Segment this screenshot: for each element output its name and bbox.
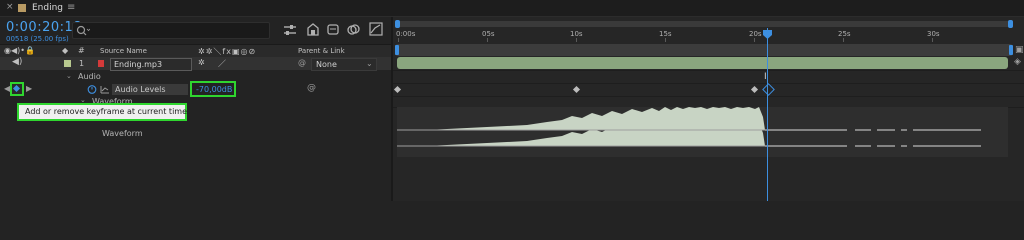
audio-levels-label-box: Audio Levels	[112, 84, 188, 95]
source-name-column[interactable]: Source Name	[100, 47, 147, 55]
ruler-tick-label: 15s	[659, 30, 672, 38]
current-time-indicator-line	[767, 28, 768, 201]
layer-name: Ending.mp3	[114, 60, 163, 69]
comp-mini-flowchart-icon[interactable]	[283, 24, 297, 36]
av-features-switches-icon[interactable]: ◉◀)•🔒	[4, 46, 35, 55]
shy-switch-icon[interactable]: ✲	[198, 58, 205, 67]
ruler-tick-label: 30s	[927, 30, 940, 38]
ruler-tick	[576, 38, 577, 42]
parent-dropdown[interactable]: None ⌄	[311, 58, 377, 71]
ruler-tick	[487, 38, 488, 42]
audio-toggle-icon[interactable]: ◀)	[12, 57, 22, 67]
audio-waveform	[397, 107, 981, 147]
audio-group-label: Audio	[78, 72, 101, 81]
audio-levels-label: Audio Levels	[115, 85, 166, 94]
audio-levels-row[interactable]: ◀ ▶ Audio Levels -70,00dB @	[0, 81, 391, 97]
current-timecode[interactable]: 0:00:20:18	[6, 20, 82, 35]
search-icon	[76, 25, 90, 36]
comp-start-marker	[395, 45, 399, 55]
keyframe-diamond-icon	[12, 84, 21, 93]
ruler-tick	[754, 38, 755, 42]
layer-row[interactable]: ◀) ⌄ 1 Ending.mp3 ✲ ／ @ None ⌄	[0, 57, 391, 71]
track-divider	[393, 70, 1024, 71]
chevron-down-icon: ⌄	[366, 59, 373, 68]
comp-end-marker	[1009, 45, 1013, 55]
parent-value: None	[316, 60, 337, 69]
composition-tab-bar: × Ending ≡	[0, 0, 1024, 17]
layer-bar-end-icon: ◈	[1014, 57, 1021, 67]
track-divider	[393, 96, 1024, 97]
tab-ending[interactable]: Ending	[32, 3, 63, 13]
layer-name-field[interactable]: Ending.mp3	[110, 58, 192, 71]
audio-expand-chevron-icon[interactable]: ⌄	[66, 72, 72, 80]
graph-editor-icon[interactable]	[369, 22, 383, 36]
tooltip-text: Add or remove keyframe at current time	[25, 107, 188, 116]
audio-levels-value[interactable]: -70,00dB	[190, 81, 236, 97]
expression-pick-whip-icon[interactable]: @	[307, 83, 316, 93]
layer-index: 1	[79, 59, 85, 68]
ruler-tick-label: 0:00s	[396, 30, 416, 38]
frame-count-fps: 00518 (25.00 fps)	[6, 35, 69, 43]
label-tag-icon[interactable]: ◆	[62, 46, 68, 55]
label-color-swatch[interactable]	[64, 60, 71, 67]
ruler-tick-label: 25s	[838, 30, 851, 38]
number-column-icon[interactable]: #	[78, 46, 85, 55]
ruler-tick-label: 10s	[570, 30, 583, 38]
graph-icon[interactable]	[100, 85, 110, 94]
ruler-tick-label: 05s	[482, 30, 495, 38]
track-divider	[393, 83, 1024, 84]
audio-file-icon	[98, 60, 104, 67]
comp-button-icon[interactable]: ▣	[1015, 45, 1024, 55]
search-input[interactable]	[72, 22, 270, 39]
current-time-indicator-head[interactable]	[763, 30, 772, 40]
text-cursor-icon: I	[764, 72, 767, 82]
composition-color-swatch	[18, 4, 26, 12]
add-keyframe-button[interactable]	[10, 82, 24, 96]
comp-duration-bar	[395, 44, 1013, 56]
ruler-tick	[843, 38, 844, 42]
work-area-end-handle[interactable]	[1008, 20, 1013, 28]
time-ruler[interactable]: 0:00s 05s 10s 15s 20s 25s 30s	[393, 28, 1024, 42]
work-area-bar[interactable]	[395, 20, 1013, 28]
pick-whip-icon[interactable]: @	[298, 58, 306, 67]
motion-blur-icon[interactable]	[346, 23, 360, 36]
stopwatch-icon[interactable]	[87, 84, 97, 94]
audio-group-row[interactable]: ⌄ Audio	[0, 71, 391, 83]
layer-duration-bar[interactable]	[397, 57, 1008, 69]
next-keyframe-icon[interactable]: ▶	[26, 84, 32, 93]
ruler-tick	[932, 38, 933, 42]
parent-link-column[interactable]: Parent & Link	[298, 47, 345, 55]
previous-keyframe-icon[interactable]: ◀	[4, 84, 10, 93]
audio-levels-value-text: -70,00dB	[196, 85, 233, 94]
work-area-start-handle[interactable]	[395, 20, 400, 28]
close-tab-icon[interactable]: ×	[6, 2, 14, 12]
draft-3d-icon[interactable]	[306, 23, 320, 36]
layer-switches-header[interactable]: ✲✲＼fx▣◎⊘	[198, 46, 256, 57]
tooltip: Add or remove keyframe at current time	[17, 103, 188, 121]
waveform-item-label: Waveform	[102, 129, 143, 138]
ruler-tick	[398, 38, 399, 42]
ruler-tick	[665, 38, 666, 42]
ruler-tick-label: 20s	[749, 30, 762, 38]
waveform-expand-chevron-icon[interactable]: ⌄	[80, 96, 86, 104]
quality-switch-icon[interactable]: ／	[218, 58, 226, 69]
shy-layers-icon[interactable]	[326, 23, 340, 36]
panel-menu-icon[interactable]: ≡	[67, 2, 75, 13]
